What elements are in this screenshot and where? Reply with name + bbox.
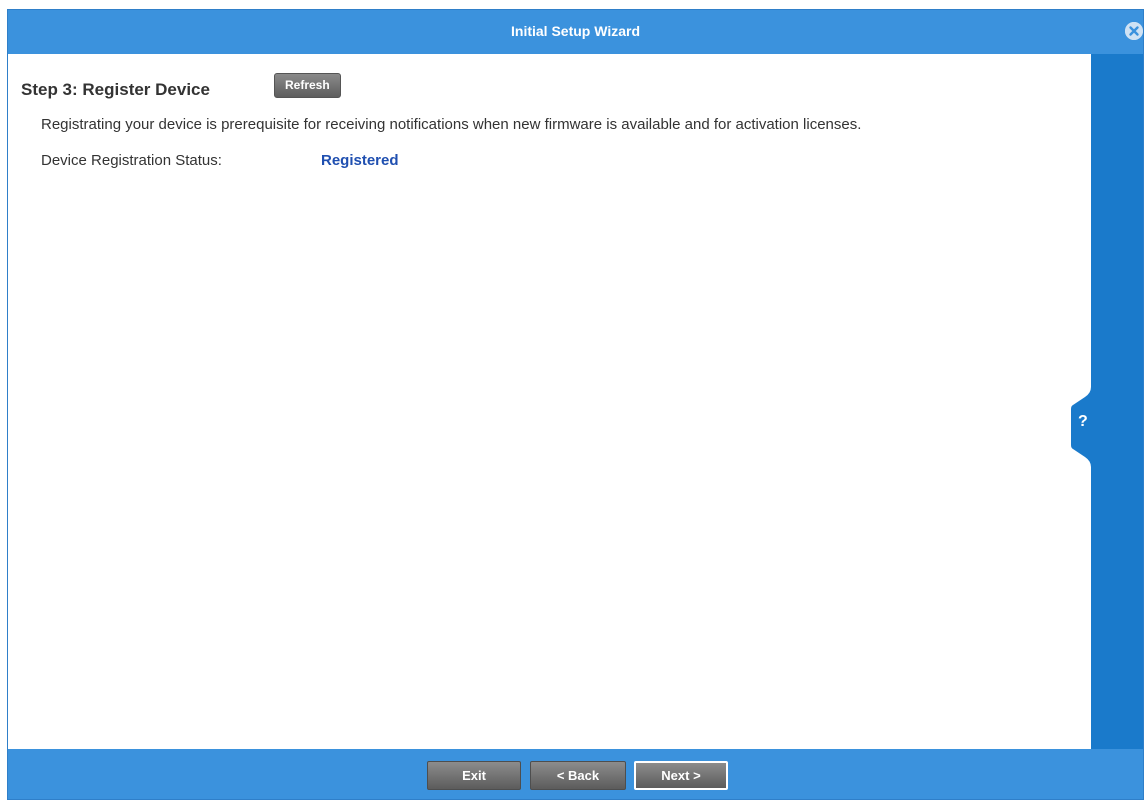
question-icon: ? [1078, 413, 1088, 430]
registration-description: Registrating your device is prerequisite… [41, 116, 862, 133]
next-button[interactable]: Next > [634, 761, 728, 790]
help-tab[interactable]: ? [1071, 379, 1101, 475]
registration-status-label: Device Registration Status: [41, 152, 222, 169]
help-sidebar: ? [1071, 54, 1143, 750]
wizard-content: Step 3: Register Device Refresh Registra… [8, 54, 1091, 750]
page: Initial Setup Wizard Step 3: Register De… [0, 0, 1146, 801]
step-title: Step 3: Register Device [21, 80, 210, 99]
refresh-button[interactable]: Refresh [274, 73, 341, 98]
title-bar: Initial Setup Wizard [8, 10, 1143, 54]
exit-button[interactable]: Exit [427, 761, 521, 790]
dialog-title: Initial Setup Wizard [511, 23, 640, 39]
wizard-footer: Exit < Back Next > [8, 749, 1143, 799]
registration-status-value: Registered [321, 152, 399, 169]
setup-wizard-dialog: Initial Setup Wizard Step 3: Register De… [7, 9, 1144, 800]
back-button[interactable]: < Back [530, 761, 626, 790]
close-icon[interactable] [1125, 22, 1143, 40]
